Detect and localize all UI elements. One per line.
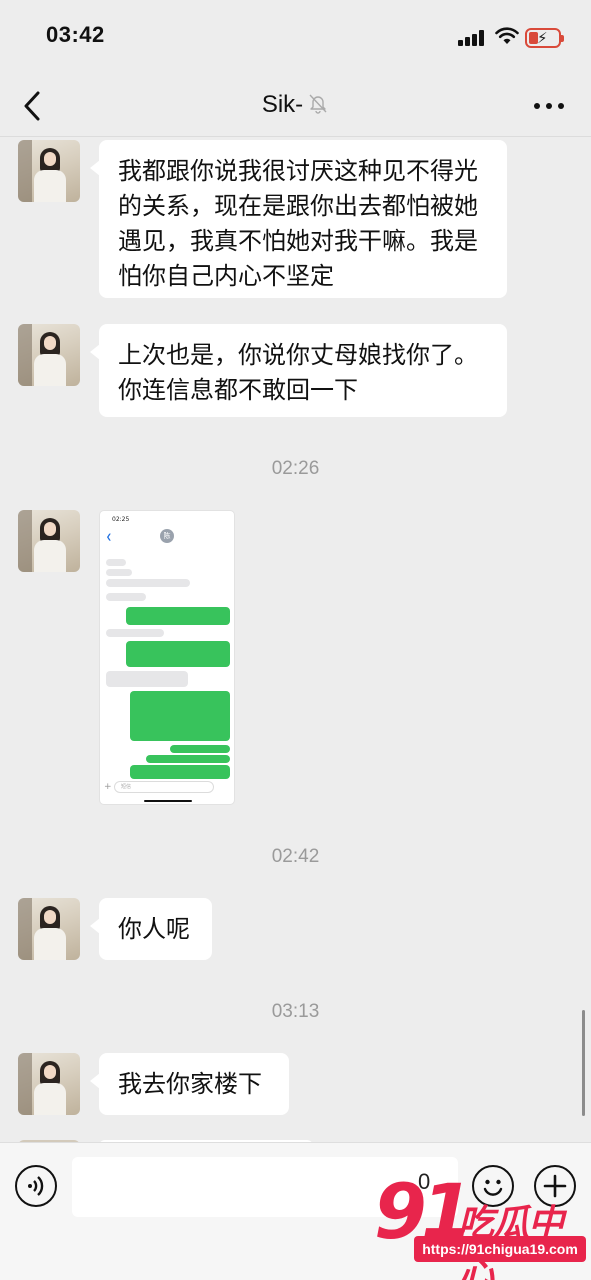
contact-avatar[interactable] [18,140,80,202]
timestamp: 02:42 [271,846,320,867]
status-bar: 03:42 ⚡ [0,0,591,75]
embedded-gray-bubble [106,671,188,687]
chat-title-text: Sik- [261,91,304,118]
embedded-plus-icon: + [104,782,112,792]
embedded-green-bubble [170,745,230,753]
embedded-gray-bubble [106,593,146,601]
embedded-input: 短信 [114,781,214,793]
battery-icon: ⚡ [525,28,564,48]
screenshot-image-message[interactable]: 02:25 ❮ 陈 + 短信 [99,510,235,805]
embedded-green-bubble [146,755,230,763]
embedded-avatar: 陈 [160,529,174,543]
wifi-icon [495,27,519,44]
nav-bar: Sik- [0,75,591,137]
embedded-green-bubble [126,607,230,625]
more-options-icon[interactable] [533,95,565,115]
embedded-gray-bubble [106,559,126,566]
message-bubble[interactable]: 你人呢 [90,898,212,960]
mute-bell-icon [309,94,327,114]
voice-input-button[interactable] [15,1165,57,1207]
embedded-time: 02:25 [112,516,130,523]
contact-avatar[interactable] [18,1053,80,1115]
contact-avatar[interactable] [18,898,80,960]
message-bubble[interactable]: 上次也是，你说你丈母娘找你了。你连信息都不敢回一下 [90,324,507,417]
contact-avatar[interactable] [18,324,80,386]
scrollbar[interactable] [582,1010,585,1116]
embedded-green-bubble [126,641,230,667]
embedded-back-icon: ❮ [106,533,112,541]
timestamp: 03:13 [271,1001,320,1022]
message-bubble[interactable]: 我都跟你说我很讨厌这种见不得光的关系，现在是跟你出去都怕被她遇见，我真不怕她对我… [90,140,507,298]
embedded-green-bubble [130,691,230,741]
embedded-gray-bubble [106,629,164,637]
status-time: 03:42 [46,22,105,47]
signal-icon [458,30,486,46]
watermark-url: https://91chigua19.com [414,1236,586,1262]
embedded-green-bubble [130,765,230,779]
watermark-logo: 91 吃瓜中心 https://91chigua19.com [366,1172,591,1280]
message-bubble[interactable]: 我去你家楼下 [90,1053,289,1115]
embedded-home-indicator [144,800,192,802]
chat-title: Sik- [0,91,591,119]
embedded-gray-bubble [106,569,132,576]
timestamp: 02:26 [271,458,320,479]
embedded-gray-bubble [106,579,190,587]
contact-avatar[interactable] [18,510,80,572]
voice-icon [27,1175,43,1196]
